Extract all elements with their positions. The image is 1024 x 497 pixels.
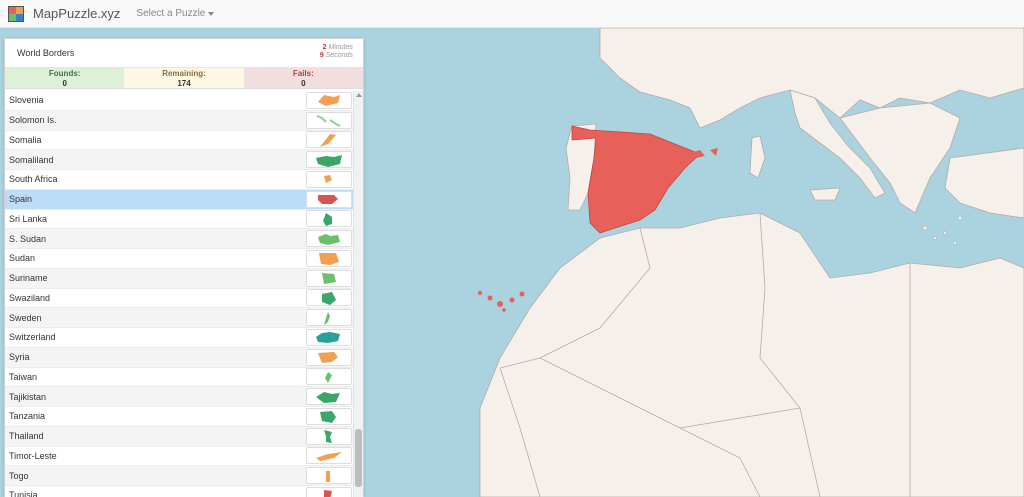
country-row[interactable]: Switzerland: [5, 328, 355, 348]
country-name: South Africa: [9, 174, 58, 185]
country-shape-icon[interactable]: [306, 111, 352, 129]
stat-remaining-label: Remaining:: [162, 69, 206, 78]
timer-minutes: 2: [322, 44, 327, 51]
canary-islands: [478, 291, 525, 312]
puzzle-logo-icon[interactable]: [8, 5, 24, 22]
country-shape-icon[interactable]: [306, 467, 352, 485]
country-shape-icon[interactable]: [306, 486, 352, 497]
stat-remaining: Remaining: 174: [124, 68, 244, 88]
select-puzzle-label: Select a Puzzle: [136, 8, 206, 19]
stat-found: Founds: 0: [5, 68, 125, 88]
country-shape-icon[interactable]: [306, 447, 352, 465]
country-shape-icon[interactable]: [306, 388, 352, 406]
scroll-up-arrow-icon[interactable]: [356, 93, 362, 97]
country-row[interactable]: Solomon Is.: [5, 110, 355, 131]
stat-fails: Fails: 0: [243, 68, 363, 88]
stat-remaining-value: 174: [177, 79, 191, 88]
country-shape-icon[interactable]: [306, 328, 352, 346]
country-shape-icon[interactable]: [306, 407, 352, 425]
stat-found-value: 0: [62, 79, 67, 88]
country-row[interactable]: Slovenia: [5, 91, 355, 111]
country-row[interactable]: Tanzania: [5, 407, 355, 427]
country-row[interactable]: Tunisia: [5, 486, 355, 497]
timer-seconds-label: Seconds: [325, 52, 353, 59]
country-shape-icon[interactable]: [306, 289, 352, 307]
sardinia: [749, 135, 766, 179]
country-name: Togo: [9, 470, 29, 481]
africa-landmass: [479, 212, 1024, 497]
country-shape-icon[interactable]: [306, 170, 352, 188]
country-name: Spain: [9, 194, 33, 205]
stat-found-label: Founds:: [48, 69, 81, 78]
country-name: Somalia: [9, 134, 42, 145]
panel-header: World Borders 2 Minutes 9 Seconds: [5, 39, 363, 68]
puzzle-title: World Borders: [17, 48, 75, 58]
country-shape-icon[interactable]: [306, 269, 352, 287]
country-shape-icon[interactable]: [306, 210, 352, 228]
balearic-islands: [690, 148, 718, 158]
country-shape-icon[interactable]: [306, 230, 352, 248]
select-puzzle-dropdown[interactable]: Select a Puzzle: [136, 8, 215, 19]
country-name: Sudan: [9, 253, 36, 264]
country-shape-icon[interactable]: [306, 368, 352, 386]
country-row[interactable]: Somaliland: [5, 150, 355, 170]
country-row[interactable]: Syria: [5, 347, 355, 368]
country-row[interactable]: Taiwan: [5, 368, 355, 388]
sicily: [809, 187, 841, 201]
country-name: Slovenia: [9, 95, 44, 106]
country-shape-icon[interactable]: [306, 309, 352, 327]
country-row[interactable]: South Africa: [5, 170, 355, 190]
country-name: Timor-Leste: [9, 450, 57, 461]
country-row[interactable]: Timor-Leste: [5, 447, 355, 467]
country-name: Tajikistan: [9, 391, 47, 402]
caret-down-icon: [208, 12, 215, 16]
country-row[interactable]: Tajikistan: [5, 387, 355, 407]
list-scrollbar[interactable]: [353, 91, 363, 497]
country-shape-icon[interactable]: [306, 427, 352, 445]
country-row[interactable]: Togo: [5, 466, 355, 486]
country-row[interactable]: Swaziland: [5, 289, 355, 309]
timer-minutes-label: Minutes: [328, 44, 353, 51]
country-shape-icon[interactable]: [306, 190, 352, 208]
country-row[interactable]: Thailand: [5, 426, 355, 447]
country-shape-icon[interactable]: [306, 249, 352, 267]
country-shape-icon[interactable]: [306, 348, 352, 366]
country-row[interactable]: Sweden: [5, 308, 355, 328]
country-name: Suriname: [9, 273, 48, 284]
stat-fails-value: 0: [301, 79, 306, 88]
country-name: Somaliland: [9, 154, 54, 165]
country-name: Tanzania: [9, 411, 46, 422]
country-name: Sri Lanka: [9, 213, 48, 224]
country-name: Syria: [9, 352, 30, 363]
stat-fails-label: Fails:: [292, 69, 314, 78]
country-list[interactable]: Slovenia Solomon Is. Somalia Somaliland Sout…: [5, 91, 355, 497]
scrollbar-thumb[interactable]: [355, 429, 362, 487]
country-shape-icon[interactable]: [306, 151, 352, 169]
country-name: S. Sudan: [9, 233, 47, 244]
country-row[interactable]: Suriname: [5, 268, 355, 289]
country-name: Solomon Is.: [9, 115, 57, 126]
country-name: Taiwan: [9, 371, 38, 382]
country-name: Tunisia: [9, 490, 38, 497]
puzzle-panel: World Borders 2 Minutes 9 Seconds Founds…: [4, 38, 364, 497]
country-shape-icon[interactable]: [306, 91, 352, 109]
timer-seconds: 9: [319, 52, 324, 59]
stats-bar: Founds: 0 Remaining: 174 Fails: 0: [5, 68, 363, 89]
country-row[interactable]: Sri Lanka: [5, 210, 355, 230]
country-name: Swaziland: [9, 292, 51, 303]
brand-link[interactable]: MapPuzzle.xyz: [33, 6, 120, 21]
country-shape-icon[interactable]: [306, 131, 352, 149]
country-row[interactable]: Spain: [5, 189, 355, 210]
country-row[interactable]: S. Sudan: [5, 229, 355, 249]
country-name: Thailand: [9, 431, 44, 442]
country-name: Switzerland: [9, 332, 56, 343]
country-name: Sweden: [9, 312, 42, 323]
country-row[interactable]: Somalia: [5, 131, 355, 151]
navbar: MapPuzzle.xyz Select a Puzzle: [0, 0, 1024, 28]
country-row[interactable]: Sudan: [5, 249, 355, 269]
timer: 2 Minutes 9 Seconds: [320, 44, 353, 60]
turkey: [944, 147, 1024, 219]
